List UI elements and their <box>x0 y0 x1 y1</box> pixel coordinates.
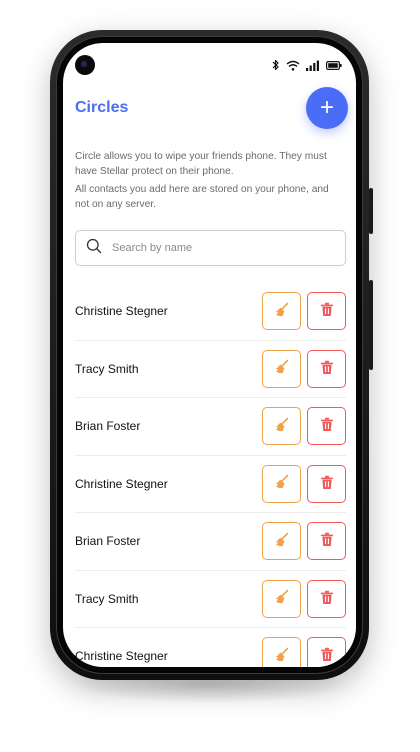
contact-actions <box>262 292 346 331</box>
contact-name: Christine Stegner <box>75 476 168 491</box>
phone-frame: Circles + Circle allows you to wipe your… <box>50 30 373 680</box>
contact-row: Christine Stegner <box>75 283 346 341</box>
add-contact-button[interactable]: + <box>306 87 348 129</box>
page-title: Circles <box>75 99 129 116</box>
battery-icon <box>326 60 342 70</box>
contact-actions <box>262 579 346 618</box>
contact-list: Christine Stegner Tracy Smith Brian Fost… <box>75 283 346 667</box>
contact-row: Brian Foster <box>75 513 346 571</box>
trash-icon <box>320 590 334 608</box>
delete-contact-button[interactable] <box>307 407 346 446</box>
power-button <box>369 188 373 234</box>
broom-icon <box>274 589 290 608</box>
contact-actions <box>262 464 346 503</box>
broom-icon <box>274 417 290 436</box>
search-input[interactable] <box>110 241 330 255</box>
storage-notice: All contacts you add here are stored on … <box>75 184 329 210</box>
volume-button <box>369 280 373 370</box>
broom-icon <box>274 474 290 493</box>
contact-row: Christine Stegner <box>75 456 346 513</box>
delete-contact-button[interactable] <box>307 464 346 503</box>
search-icon <box>86 238 102 259</box>
plus-icon: + <box>319 94 334 121</box>
signal-icon <box>306 60 320 71</box>
trash-icon <box>320 532 334 550</box>
contact-name: Christine Stegner <box>75 304 168 319</box>
contact-row: Brian Foster <box>75 398 346 456</box>
contact-actions <box>262 522 346 561</box>
contact-name: Brian Foster <box>75 534 141 549</box>
broom-icon <box>274 532 290 551</box>
wipe-phone-button[interactable] <box>262 349 301 388</box>
wipe-phone-button[interactable] <box>262 292 301 331</box>
delete-contact-button[interactable] <box>307 579 346 618</box>
wifi-icon <box>286 60 300 71</box>
trash-icon <box>320 302 334 320</box>
delete-contact-button[interactable] <box>307 522 346 561</box>
wipe-phone-button[interactable] <box>262 579 301 618</box>
delete-contact-button[interactable] <box>307 637 346 667</box>
delete-contact-button[interactable] <box>307 292 346 331</box>
contact-row: Christine Stegner <box>75 628 346 667</box>
trash-icon <box>320 475 334 493</box>
contact-row: Tracy Smith <box>75 341 346 398</box>
contact-name: Christine Stegner <box>75 649 168 664</box>
search-bar[interactable] <box>75 230 346 266</box>
contact-row: Tracy Smith <box>75 571 346 628</box>
bluetooth-icon <box>272 59 280 71</box>
broom-icon <box>274 359 290 378</box>
wipe-phone-button[interactable] <box>262 464 301 503</box>
contact-name: Tracy Smith <box>75 591 139 606</box>
contact-actions <box>262 349 346 388</box>
broom-icon <box>274 647 290 666</box>
trash-icon <box>320 417 334 435</box>
contact-name: Tracy Smith <box>75 361 139 376</box>
trash-icon <box>320 360 334 378</box>
broom-icon <box>274 302 290 321</box>
contact-actions <box>262 637 346 667</box>
description-text: Circle allows you to wipe your friends p… <box>75 151 327 177</box>
trash-icon <box>320 647 334 665</box>
wipe-phone-button[interactable] <box>262 522 301 561</box>
delete-contact-button[interactable] <box>307 349 346 388</box>
status-bar <box>272 57 342 73</box>
wipe-phone-button[interactable] <box>262 637 301 667</box>
front-camera <box>75 55 95 75</box>
contact-name: Brian Foster <box>75 419 141 434</box>
screen: Circles + Circle allows you to wipe your… <box>63 43 356 667</box>
contact-actions <box>262 407 346 446</box>
wipe-phone-button[interactable] <box>262 407 301 446</box>
